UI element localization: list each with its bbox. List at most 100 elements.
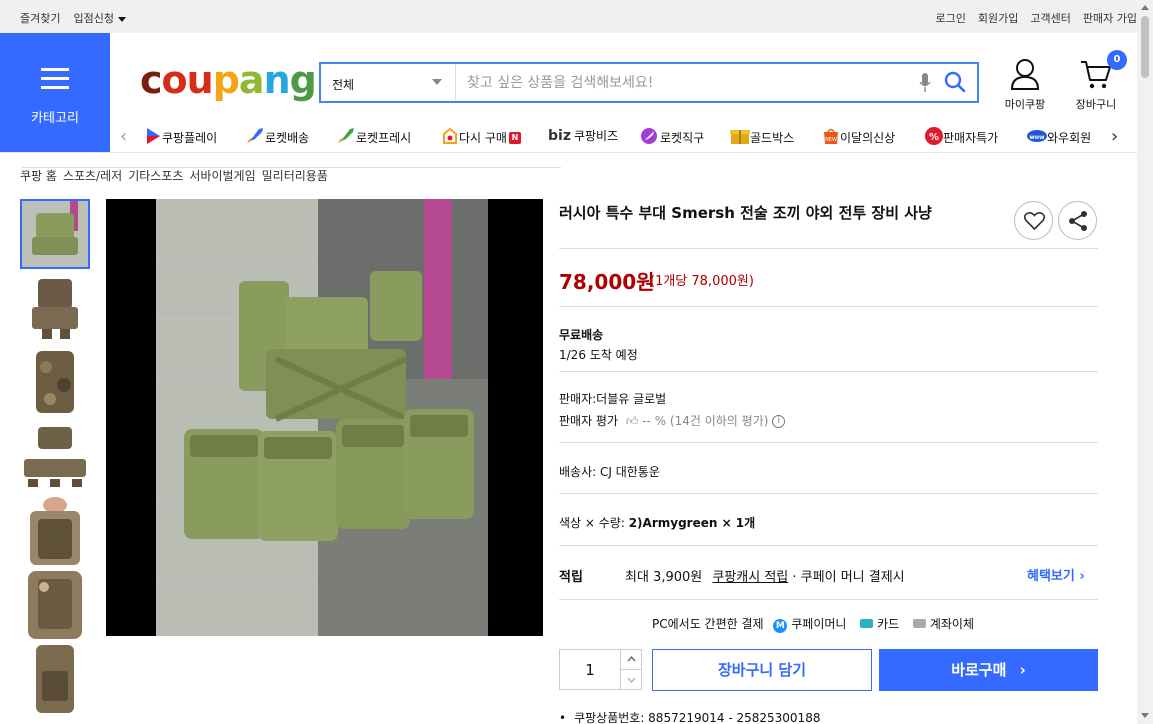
shortcut-seller-deals[interactable]: % 판매자특가 [925, 127, 998, 148]
product-main-image[interactable] [106, 199, 543, 636]
product-title: 러시아 특수 부대 Smersh 전술 조끼 야외 전투 장비 사냥 [559, 204, 932, 222]
shortcut-rocket-global[interactable]: 로켓직구 [640, 127, 704, 148]
breadcrumb-military-gear[interactable]: 밀리터리용품 [262, 167, 328, 184]
thumbnail-3[interactable] [20, 347, 90, 417]
add-to-cart-button[interactable]: 장바구니 담기 [652, 649, 872, 691]
cart-button[interactable]: 0 장바구니 [1071, 50, 1127, 111]
shortcut-label: 다시 구매 [459, 131, 507, 145]
breadcrumb-other-sports[interactable]: 기타스포츠 [128, 167, 183, 184]
breadcrumb-sports[interactable]: 스포츠/레저 [63, 167, 122, 184]
chevron-right-icon[interactable]: › [1111, 126, 1118, 147]
thumbnail-1[interactable] [20, 199, 90, 269]
shortcut-coupang-play[interactable]: 쿠팡플레이 [144, 127, 217, 148]
user-icon [1010, 59, 1040, 93]
thumbnail-7[interactable] [20, 643, 90, 713]
shortcut-repurchase[interactable]: 다시 구매 N [441, 127, 521, 148]
quantity-decrease-button[interactable] [620, 670, 642, 690]
thumbnail-5[interactable] [20, 495, 90, 565]
quantity-stepper: 1 [559, 649, 642, 690]
thumbnail-2[interactable] [20, 273, 90, 343]
chevron-left-icon[interactable]: ‹ [120, 126, 127, 147]
svg-text:%: % [929, 132, 939, 143]
goldbox-icon [730, 127, 750, 148]
scrollbar-thumb[interactable] [1141, 16, 1149, 78]
payment-card: 카드 [877, 617, 900, 631]
search-input[interactable] [457, 64, 917, 101]
rocket-global-icon [640, 127, 660, 148]
logo-letter: c [140, 58, 163, 102]
option-value: 2)Armygreen × 1개 [628, 516, 756, 530]
coupang-cash-link[interactable]: 쿠팡캐시 적립 [712, 570, 788, 585]
buy-now-button[interactable]: 바로구매 › [879, 649, 1098, 691]
shortcut-wow[interactable]: wow 와우회원 [1027, 127, 1099, 148]
microphone-icon[interactable] [919, 73, 931, 97]
coupang-logo[interactable]: coupang [140, 58, 317, 102]
shortcut-label: 판매자특가 [943, 131, 999, 145]
svg-text:NEW: NEW [825, 137, 837, 143]
scroll-down-arrow-icon[interactable] [1141, 713, 1149, 718]
info-icon[interactable]: i [772, 415, 786, 428]
header-divider [0, 152, 1137, 153]
seller-signup-link[interactable]: 판매자 가입 [1083, 10, 1137, 26]
seller-name[interactable]: 판매자:더블유 글로벌 [559, 390, 666, 407]
thumbnail-6[interactable] [20, 569, 90, 639]
caret-down-icon [117, 16, 126, 22]
shortcut-bar: ‹ 쿠팡플레이 로켓배송 로켓프레시 다시 구매 N biz 쿠팡비즈 로켓직구 [110, 122, 1137, 150]
cart-icon [1080, 61, 1112, 93]
reward-detail: 최대 3,900원 쿠팡캐시 적립 · 쿠페이 머니 결제시 [625, 566, 905, 585]
thumbnail-4[interactable] [20, 421, 90, 491]
svg-text:wow: wow [1029, 134, 1045, 141]
shortcut-label: 로켓직구 [660, 131, 705, 145]
new-icon: NEW [822, 127, 840, 148]
payment-options: PC에서도 간편한 결제 M 쿠페이머니 카드 계좌이체 [652, 615, 974, 633]
login-link[interactable]: 로그인 [936, 10, 966, 26]
search-category-select[interactable]: 전체 [321, 64, 456, 101]
unit-price: (1개당 78,000원) [650, 274, 754, 289]
shortcut-new-arrivals[interactable]: NEW 이달의신상 [822, 127, 895, 148]
support-link[interactable]: 고객센터 [1030, 10, 1070, 26]
shortcut-rocket[interactable]: 로켓배송 [245, 127, 309, 148]
dropdown-arrow-icon [432, 79, 442, 85]
chevron-up-icon [627, 656, 636, 662]
signup-link[interactable]: 회원가입 [978, 10, 1018, 26]
wishlist-button[interactable] [1014, 201, 1053, 240]
scroll-up-arrow-icon[interactable] [1141, 5, 1149, 10]
quantity-increase-button[interactable] [620, 650, 642, 670]
cart-label: 장바구니 [1075, 98, 1117, 111]
category-button[interactable]: 카테고리 [0, 33, 110, 152]
logo-letter: a [238, 58, 265, 102]
scrollbar[interactable] [1137, 0, 1153, 724]
benefit-link[interactable]: 혜택보기 › [1027, 565, 1085, 584]
logo-letter: g [289, 58, 317, 102]
buy-now-label: 바로구매 [951, 661, 1007, 679]
breadcrumb-survival-games[interactable]: 서바이벌게임 [189, 167, 255, 184]
bank-transfer-icon [913, 619, 927, 628]
top-utility-bar: 즐겨찾기 입점신청 로그인 회원가입 고객센터 판매자 가입 [0, 0, 1137, 33]
shortcut-rocket-fresh[interactable]: 로켓프레시 [336, 127, 411, 148]
divider [559, 306, 1098, 307]
shortcut-coupang-biz[interactable]: biz 쿠팡비즈 [548, 127, 618, 144]
payment-coupay-money: 쿠페이머니 [791, 617, 847, 631]
new-badge: N [508, 131, 521, 144]
apply-menu[interactable]: 입점신청 [73, 10, 126, 26]
apply-label: 입점신청 [73, 12, 114, 25]
shipping-title: 무료배송 [559, 328, 604, 342]
search-bar: 전체 [319, 62, 979, 103]
mycoupang-button[interactable]: 마이쿠팡 [1000, 58, 1050, 111]
shortcut-label: 와우회원 [1047, 131, 1092, 145]
shortcut-goldbox[interactable]: 골드박스 [730, 127, 794, 148]
divider [559, 493, 1098, 494]
seller-rating-label: 판매자 평가 [559, 414, 619, 428]
heart-icon [1023, 212, 1046, 231]
product-id-text: 쿠팡상품번호: 8857219014 - 25825300188 [574, 711, 821, 724]
quantity-input[interactable]: 1 [560, 661, 620, 679]
share-button[interactable] [1058, 201, 1097, 240]
page: { "topbar": { "favorites": "즐겨찾기", "appl… [0, 0, 1153, 724]
reward-rest: · 쿠페이 머니 결제시 [792, 570, 905, 585]
reward-label: 적립 [559, 570, 583, 585]
search-icon[interactable] [943, 70, 967, 98]
shortcut-label: 쿠팡비즈 [573, 129, 619, 143]
shortcut-label: 로켓프레시 [356, 131, 412, 145]
courier: 배송사: CJ 대한통운 [559, 465, 660, 479]
favorites-link[interactable]: 즐겨찾기 [20, 10, 60, 26]
